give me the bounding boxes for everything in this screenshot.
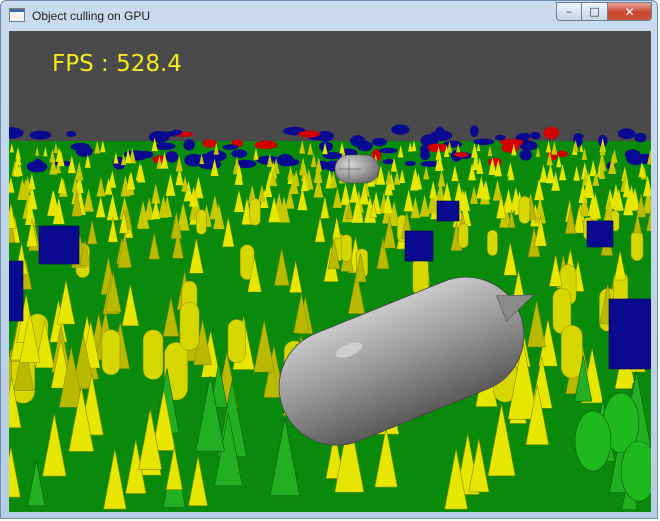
close-button[interactable]: ✕: [608, 2, 652, 21]
maximize-button[interactable]: □: [582, 2, 608, 21]
tree-capsule: [340, 234, 353, 262]
blue-object: [628, 154, 650, 163]
blue-object: [470, 125, 479, 138]
blue-object: [521, 132, 531, 140]
blue-object: [617, 128, 636, 140]
tree-capsule: [249, 198, 261, 226]
blue-object: [434, 127, 446, 141]
red-object: [454, 152, 469, 158]
blue-object: [420, 144, 429, 155]
blue-box: [436, 200, 460, 222]
tree-capsule: [458, 223, 469, 249]
blue-box: [38, 225, 80, 265]
green-capsule: [574, 410, 612, 472]
blue-object: [183, 139, 195, 151]
tree-capsule: [560, 325, 583, 379]
tree-capsule: [196, 209, 207, 235]
blue-object: [231, 149, 248, 158]
blue-object: [519, 149, 532, 161]
blue-object: [573, 133, 584, 141]
app-icon: [9, 8, 25, 22]
blue-box: [608, 298, 651, 370]
red-object: [426, 143, 449, 153]
red-object: [202, 139, 217, 148]
red-object: [488, 157, 502, 167]
blue-object: [391, 124, 410, 135]
render-viewport[interactable]: FPS : 528.4: [9, 31, 651, 512]
fps-counter: FPS : 528.4: [52, 51, 182, 77]
tree-capsule: [142, 329, 164, 380]
blue-object: [473, 138, 495, 146]
red-object: [555, 150, 569, 157]
tree-capsule: [101, 329, 121, 376]
blue-object: [66, 130, 77, 137]
blue-box: [586, 220, 614, 248]
blue-object: [165, 151, 179, 163]
window-controls: – □ ✕: [556, 2, 652, 21]
title-bar[interactable]: Object culling on GPU – □ ✕: [1, 1, 657, 31]
blue-object: [349, 135, 366, 147]
blue-object: [529, 131, 541, 140]
blue-object: [154, 142, 176, 150]
scene-canvas: [9, 31, 651, 512]
tree-capsule: [518, 196, 531, 224]
blue-box: [404, 230, 434, 262]
blue-object: [222, 144, 239, 150]
blue-box: [9, 260, 24, 322]
red-object: [543, 126, 560, 140]
tree-capsule: [487, 229, 498, 256]
red-object: [254, 140, 278, 150]
window-title: Object culling on GPU: [32, 9, 151, 23]
app-window: Object culling on GPU – □ ✕ FPS: 528.4: [0, 0, 658, 519]
tree-capsule: [227, 319, 246, 364]
blue-object: [29, 130, 52, 140]
blue-object: [634, 132, 647, 143]
sky: [9, 31, 651, 141]
blue-object: [371, 137, 387, 147]
red-object: [500, 138, 524, 147]
blue-object: [75, 145, 93, 157]
blue-object: [378, 147, 398, 154]
blue-object: [494, 134, 506, 141]
minimize-button[interactable]: –: [556, 2, 582, 21]
small-capsule: [334, 154, 380, 184]
red-object: [298, 130, 321, 138]
tree-capsule: [179, 302, 200, 351]
blue-object: [276, 154, 294, 167]
blue-object: [33, 158, 43, 168]
blue-object: [404, 160, 416, 167]
tree-capsule: [630, 230, 644, 262]
blue-object: [171, 129, 183, 136]
